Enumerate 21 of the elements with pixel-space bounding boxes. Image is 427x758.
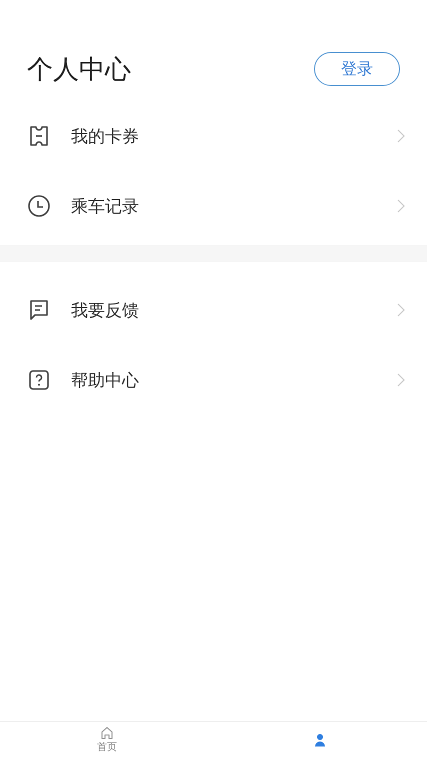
menu-item[interactable]: 乘车记录: [0, 171, 427, 241]
menu-item[interactable]: 我的卡券: [0, 101, 427, 171]
help-icon: [27, 368, 51, 392]
menu-label: 乘车记录: [71, 196, 140, 218]
chevron-right-icon: [397, 303, 405, 317]
clock-icon: [27, 194, 51, 218]
menu-item[interactable]: 帮助中心: [0, 345, 427, 415]
ticket-icon: [27, 124, 51, 148]
speech-bubble-icon: [27, 298, 51, 322]
tab[interactable]: 首页: [0, 722, 214, 758]
home-icon: [100, 726, 114, 740]
person-icon: [313, 733, 328, 747]
menu-label: 我要反馈: [71, 300, 140, 322]
chevron-right-icon: [397, 129, 405, 143]
menu-item[interactable]: 我要反馈: [0, 275, 427, 345]
page-title: 个人中心: [27, 54, 131, 86]
chevron-right-icon: [397, 373, 405, 387]
menu-label: 我的卡券: [71, 126, 140, 148]
chevron-right-icon: [397, 199, 405, 213]
menu-label: 帮助中心: [71, 370, 140, 392]
login-button[interactable]: 登录: [314, 52, 400, 86]
